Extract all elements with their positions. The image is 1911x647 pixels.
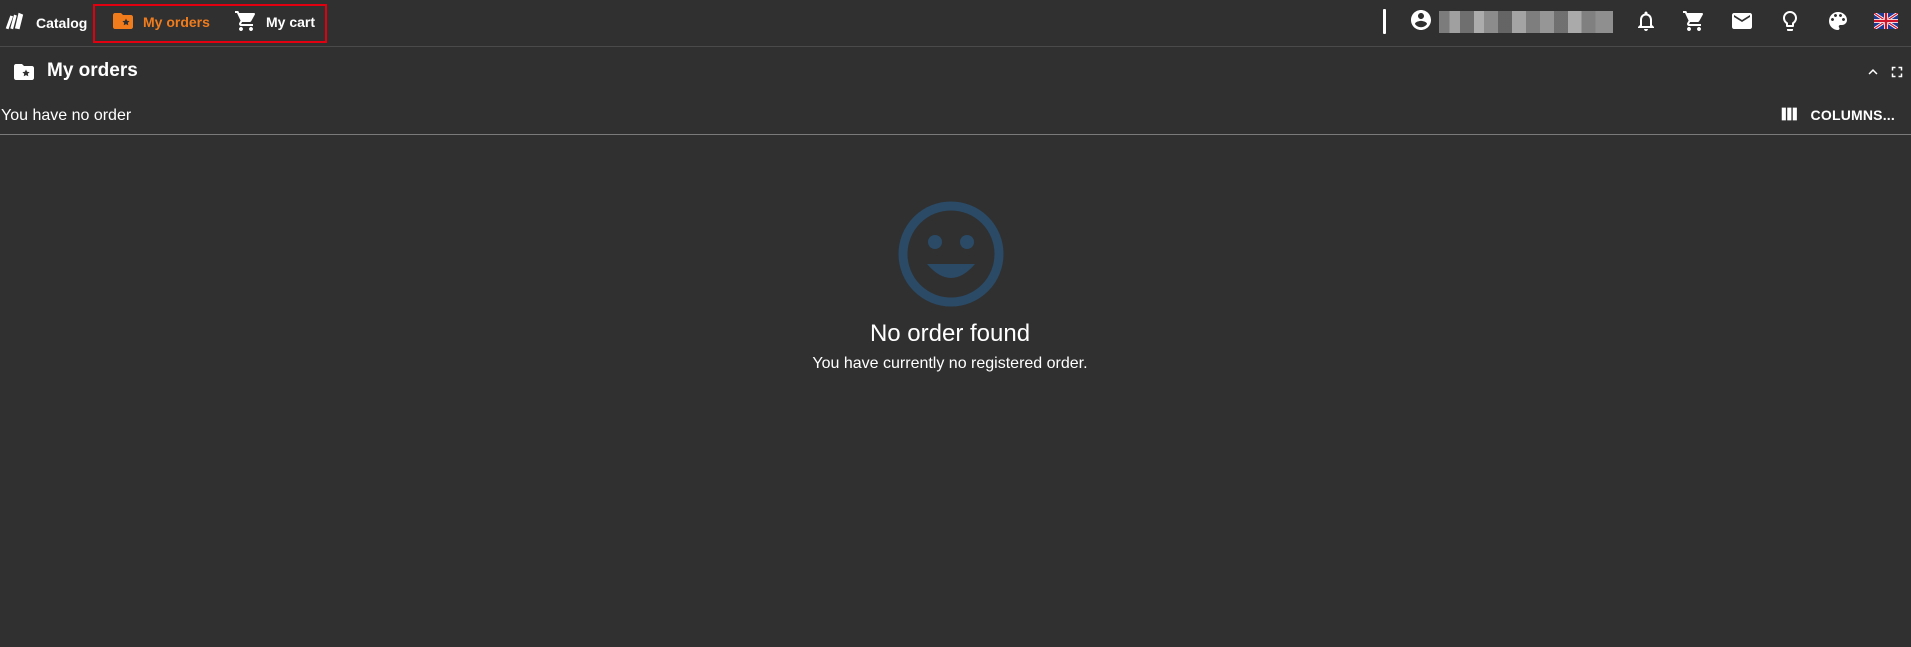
messages-button[interactable] bbox=[1729, 10, 1755, 36]
cart-icon bbox=[234, 9, 266, 36]
cart-button[interactable] bbox=[1681, 10, 1707, 36]
lightbulb-icon bbox=[1778, 9, 1802, 38]
notifications-button[interactable] bbox=[1633, 10, 1659, 36]
nav-my-orders[interactable]: My orders bbox=[111, 0, 210, 44]
empty-state-title: No order found bbox=[869, 320, 1031, 347]
collapse-button[interactable] bbox=[1864, 63, 1882, 81]
nav-my-cart-label: My cart bbox=[266, 14, 316, 30]
orders-summary: You have no order bbox=[1, 107, 132, 124]
mail-icon bbox=[1730, 9, 1754, 38]
columns-button[interactable]: COLUMNS... bbox=[1779, 103, 1895, 127]
palette-icon bbox=[1826, 9, 1850, 38]
columns-button-label: COLUMNS... bbox=[1810, 107, 1895, 123]
panel-header: My orders bbox=[0, 48, 1911, 96]
language-button[interactable] bbox=[1873, 10, 1899, 36]
nav-my-orders-label: My orders bbox=[143, 14, 210, 30]
page-title: My orders bbox=[47, 60, 138, 81]
smiley-icon bbox=[897, 200, 1005, 308]
bell-icon bbox=[1634, 9, 1658, 38]
table-toolbar: You have no order COLUMNS... bbox=[0, 100, 1911, 135]
toolbar-divider bbox=[1383, 9, 1386, 34]
user-menu[interactable] bbox=[1409, 9, 1613, 35]
view-column-icon bbox=[1779, 103, 1811, 128]
top-app-bar: Catalog My orders My cart bbox=[0, 0, 1911, 47]
nav-my-cart[interactable]: My cart bbox=[234, 0, 315, 44]
user-name-redacted bbox=[1439, 11, 1613, 33]
folder-star-icon bbox=[111, 9, 143, 36]
empty-state-subtitle: You have currently no registered order. bbox=[812, 355, 1088, 372]
cart-icon bbox=[1682, 9, 1706, 38]
theme-button[interactable] bbox=[1825, 10, 1851, 36]
account-circle-icon bbox=[1409, 8, 1433, 37]
catalog-label: Catalog bbox=[36, 15, 88, 31]
fullscreen-button[interactable] bbox=[1888, 63, 1906, 81]
chevron-up-icon bbox=[1864, 68, 1882, 85]
folder-star-icon bbox=[12, 60, 36, 84]
fullscreen-icon bbox=[1888, 66, 1906, 85]
tips-button[interactable] bbox=[1777, 10, 1803, 36]
catalog-logo-icon bbox=[3, 10, 25, 37]
catalog-link[interactable]: Catalog bbox=[0, 0, 87, 46]
uk-flag-icon bbox=[1873, 11, 1899, 34]
